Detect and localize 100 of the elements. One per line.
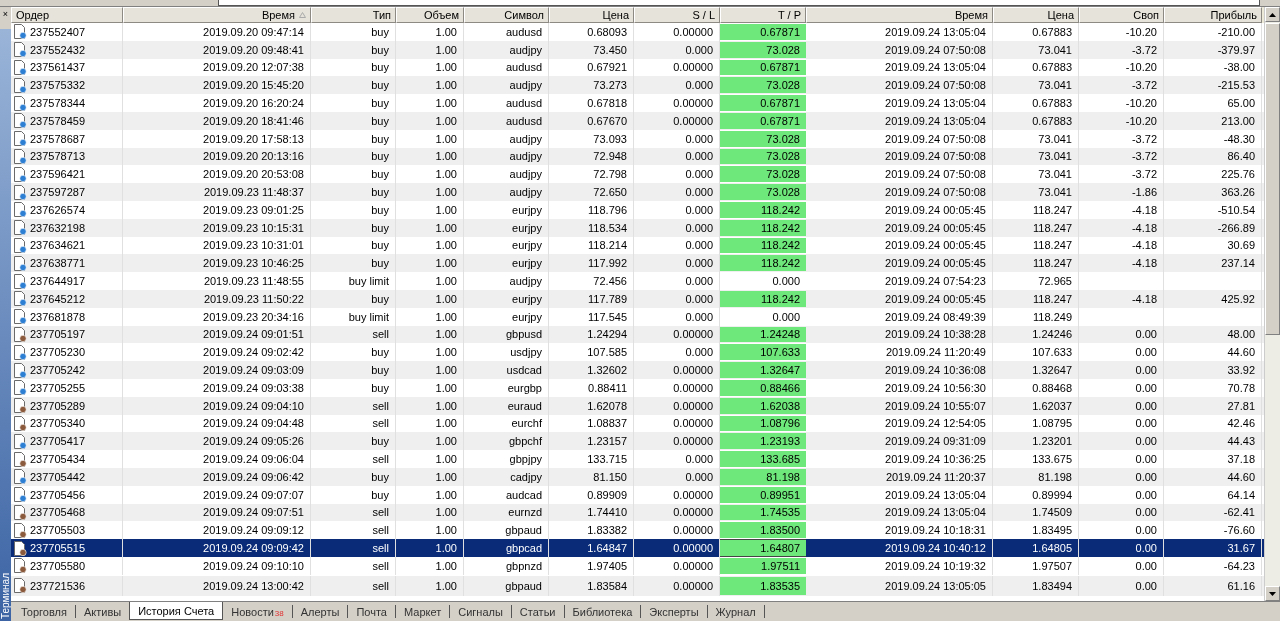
table-cell: 0.00 [1079,396,1164,415]
table-cell: 0.00 [1079,556,1164,575]
table-cell: 118.242 [720,255,806,272]
tab[interactable]: Почта [348,605,396,618]
table-cell: 237705242 [30,364,86,377]
table-cell: 73.028 [720,184,806,200]
table-cell: 237638771 [30,257,86,270]
close-button[interactable]: × [2,9,9,19]
table-cell: 2019.09.24 13:05:05 [806,575,993,596]
table-cell: 1.00 [396,129,464,148]
table-cell: 237705197 [30,328,86,341]
column-header[interactable]: Прибыль [1164,7,1262,23]
table-cell: -48.30 [1164,129,1262,148]
table-cell: 237552407 [30,25,86,38]
table-row[interactable]: 237705515 2019.09.24 09:09:42 sell 1.00 gbpcad 1.64847 0.00000 1.64807 2019.09.24 10:40:12 1.64805 0.00 31.67 [11,539,1264,557]
table-cell: 0.00 [1079,450,1164,468]
column-header[interactable]: Цена [993,7,1079,23]
table-row[interactable]: 237705242 2019.09.24 09:03:09 buy 1.00 usdcad 1.32602 0.00000 1.32647 2019.09.24 10:36:08 1.32647 0.00 33.92 [11,361,1264,379]
column-header[interactable]: S / L [634,7,720,23]
table-cell: -510.54 [1164,200,1262,219]
table-cell: 1.00 [396,539,464,557]
column-header[interactable]: Объем [396,7,464,23]
table-cell-text: 0.000 [771,309,801,325]
table-cell: buy limit [311,307,396,326]
table-cell: 1.62037 [993,396,1079,415]
table-row[interactable]: 237575332 2019.09.20 15:45:20 buy 1.00 audjpy 73.273 0.000 73.028 2019.09.24 07:50:08 73.041 -3.72 -215.53 [11,76,1264,95]
column-header[interactable]: Символ [464,7,549,23]
table-cell: 1.00 [396,183,464,201]
table-cell: 118.247 [993,200,1079,219]
table-cell: 2019.09.24 13:05:04 [806,485,993,504]
table-cell: 0.89994 [993,485,1079,504]
column-header[interactable]: Тип [311,7,396,23]
table-cell: 1.97507 [993,556,1079,575]
table-cell: 237578687 [30,132,86,145]
column-header[interactable]: Цена [549,7,634,23]
column-header[interactable]: Время [123,7,311,23]
table-row[interactable]: 237721536 2019.09.24 13:00:42 sell 1.00 gbpaud 1.83584 0.00000 1.83535 2019.09.24 13:05:05 1.83494 0.00 61.16 [11,575,1264,596]
table-cell: -266.89 [1164,218,1262,237]
table-cell: 2019.09.24 07:50:08 [806,183,993,201]
scroll-thumb[interactable] [1265,23,1280,335]
table-cell: 237705434 [30,453,86,465]
column-header[interactable]: Ордер [11,7,123,23]
table-cell: eurjpy [464,218,549,237]
table-cell: audjpy [464,272,549,290]
tab[interactable]: Маркет [396,605,451,618]
table-cell: 237705580 [30,559,86,572]
column-header[interactable]: Своп [1079,7,1164,23]
table-cell: 118.249 [993,307,1079,326]
table-cell: buy [311,200,396,219]
table-cell: 237705456 [30,488,86,501]
table-cell: gbpcad [464,539,549,557]
table-cell: 1.97405 [549,556,634,575]
tab[interactable]: Эксперты [641,605,708,618]
vertical-scrollbar[interactable] [1264,7,1280,601]
table-cell: 237578713 [30,150,86,163]
table-cell: 1.32602 [549,361,634,379]
table-cell: 0.67871 [720,113,806,129]
table-cell: 107.633 [720,344,806,361]
table-cell: 37.18 [1164,450,1262,468]
table-cell: 118.242 [720,201,806,218]
table-cell: 2019.09.20 17:58:13 [123,129,311,148]
scroll-down-button[interactable] [1265,586,1280,601]
table-cell: 237705468 [30,506,86,519]
table-cell: 237578344 [30,97,86,110]
table-cell: 1.00 [396,450,464,468]
table-row[interactable]: 237597287 2019.09.23 11:48:37 buy 1.00 audjpy 72.650 0.000 73.028 2019.09.24 07:50:08 73.041 -1.86 363.26 [11,183,1264,201]
tab[interactable]: Библиотека [564,605,642,618]
table-cell: 237626574 [30,203,86,216]
table-cell: 61.16 [1164,575,1262,596]
table-cell: 2019.09.24 11:20:37 [806,467,993,486]
tab[interactable]: Торговля [13,605,76,618]
table-cell: 2019.09.23 11:50:22 [123,289,311,308]
table-cell: 0.67871 [720,24,806,40]
tab[interactable]: Статьи [511,605,565,618]
table-cell: 1.83584 [549,575,634,596]
table-row[interactable]: 237705417 2019.09.24 09:05:26 buy 1.00 gbpchf 1.23157 0.00000 1.23193 2019.09.24 09:31:09 1.23201 0.00 44.43 [11,432,1264,451]
table-cell: 73.028 [720,77,806,94]
tab[interactable]: История Счета [129,602,224,620]
table-cell: 133.675 [993,450,1079,468]
table-cell: 73.041 [993,40,1079,59]
table-cell: 213.00 [1164,112,1262,130]
table-cell: 118.796 [549,200,634,219]
table-cell: -64.23 [1164,556,1262,575]
table-cell: 1.32647 [993,361,1079,379]
table-cell: -3.72 [1079,40,1164,59]
scroll-up-button[interactable] [1265,7,1280,22]
table-cell: usdcad [464,361,549,379]
table-cell: 363.26 [1164,183,1262,201]
table-row[interactable]: 237638771 2019.09.23 10:46:25 buy 1.00 eurjpy 117.992 0.000 118.242 2019.09.24 00:05:45 118.247 -4.18 237.14 [11,254,1264,273]
table-cell: 237705289 [30,399,86,412]
tab[interactable]: Алерты [292,605,349,618]
column-header[interactable]: Время [806,7,993,23]
table-cell: 73.028 [720,148,806,165]
table-cell: -10.20 [1079,94,1164,112]
table-cell: 73.041 [993,183,1079,201]
tab[interactable]: Журнал [707,605,765,618]
table-cell: 2019.09.24 10:19:32 [806,556,993,575]
table-cell: sell [311,539,396,557]
table-cell: 2019.09.24 10:36:08 [806,361,993,379]
tab[interactable]: Сигналы [450,605,512,618]
